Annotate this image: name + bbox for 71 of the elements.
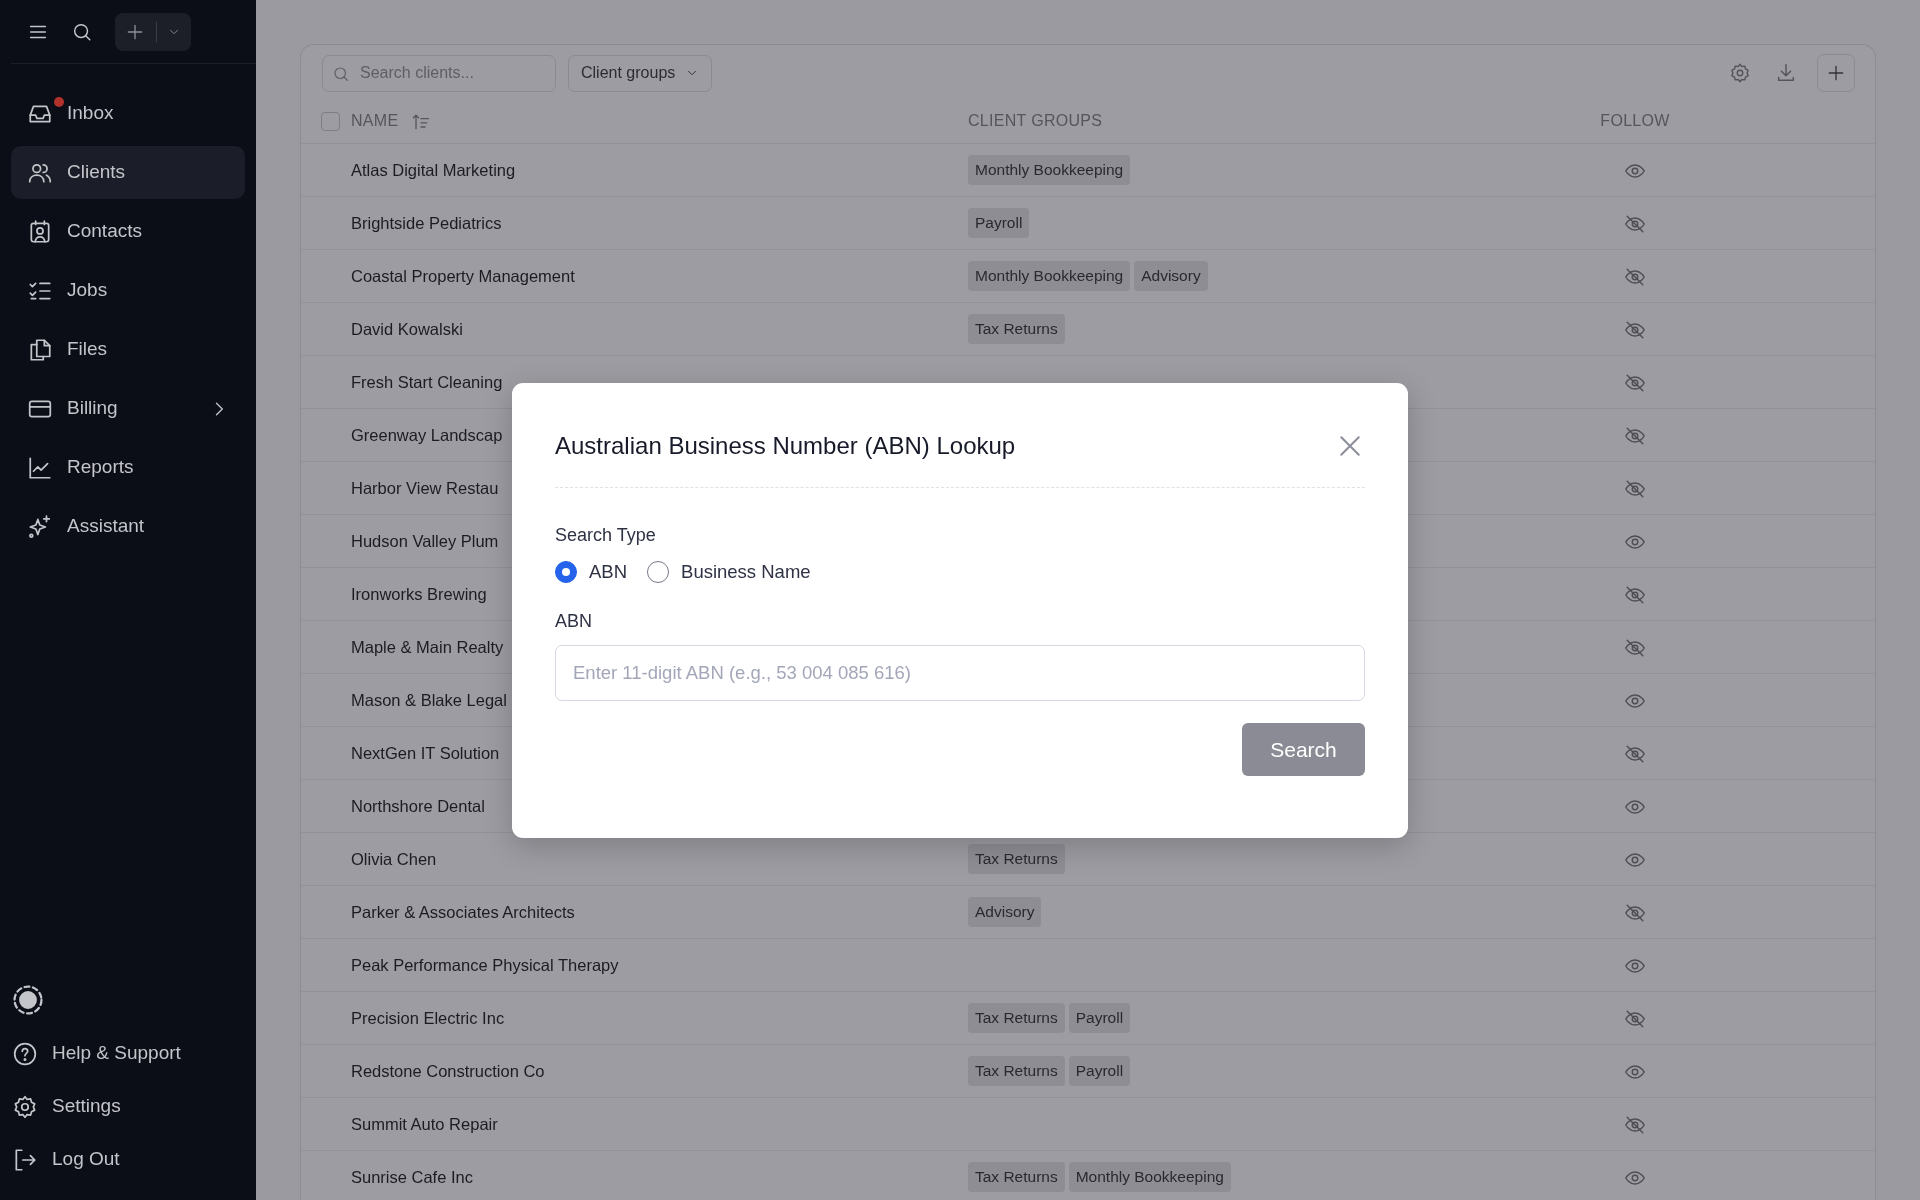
contact-card-icon	[27, 218, 53, 245]
new-item-button[interactable]	[115, 12, 191, 51]
search-icon	[332, 64, 350, 83]
group-tag: Tax Returns	[968, 314, 1065, 344]
group-tag: Payroll	[968, 208, 1030, 238]
filter-dropdown[interactable]: Client groups	[568, 54, 713, 92]
search-field[interactable]: Search clients...	[322, 54, 556, 92]
select-all-checkbox[interactable]	[321, 112, 340, 132]
client-name[interactable]: Sunrise Cafe Inc	[351, 1167, 473, 1186]
group-tag: Tax Returns	[968, 1162, 1065, 1192]
group-tag: Advisory	[968, 897, 1042, 927]
client-name[interactable]: David Kowalski	[351, 319, 463, 338]
radio-button[interactable]	[555, 560, 577, 583]
column-header: CLIENT GROUPS	[968, 112, 1103, 129]
sidebar-item[interactable]: Reports	[11, 441, 245, 494]
field-label: Search Type	[555, 524, 657, 547]
sidebar-link[interactable]: Log Out	[11, 1133, 245, 1186]
client-name[interactable]: Brightside Pediatrics	[351, 213, 502, 232]
sidebar-item[interactable]: Contacts	[11, 205, 245, 258]
client-name[interactable]: Precision Electric Inc	[351, 1008, 505, 1027]
column-header: FOLLOW	[1600, 112, 1670, 129]
log-out-icon	[12, 1146, 38, 1173]
client-name[interactable]: Parker & Associates Architects	[351, 902, 575, 921]
client-name[interactable]: Coastal Property Management	[351, 266, 575, 285]
client-name[interactable]: Redstone Construction Co	[351, 1061, 545, 1080]
group-tag: Tax Returns	[968, 1056, 1065, 1086]
client-name[interactable]: Fresh Start Cleaning	[351, 372, 503, 391]
group-tag: Tax Returns	[968, 1003, 1065, 1033]
client-name[interactable]: Peak Performance Physical Therapy	[351, 955, 619, 974]
sidebar-link[interactable]: Settings	[11, 1080, 245, 1133]
sidebar-item[interactable]: Assistant	[11, 500, 245, 553]
sidebar-item[interactable]: Billing	[11, 382, 245, 435]
group-tag: Monthly Bookkeeping	[968, 261, 1131, 291]
client-name[interactable]: Greenway Landscap	[351, 425, 503, 444]
gear-icon	[1729, 62, 1751, 84]
group-tag: Payroll	[1068, 1003, 1131, 1033]
field-label: ABN	[555, 609, 593, 633]
group-tag: Payroll	[1068, 1056, 1131, 1086]
client-name[interactable]: NextGen IT Solution	[351, 743, 500, 762]
group-tag: Monthly Bookkeeping	[1068, 1162, 1231, 1192]
plus-icon	[1826, 63, 1846, 83]
radio-option[interactable]: Business Name	[647, 558, 811, 586]
client-name[interactable]: Harbor View Restau	[351, 478, 499, 497]
add-button[interactable]	[1817, 54, 1855, 92]
client-name[interactable]: Maple & Main Realty	[351, 637, 504, 656]
abn-input-field[interactable]: Enter 11-digit ABN (e.g., 53 004 085 616)	[555, 644, 1365, 701]
help-icon	[12, 1040, 38, 1067]
group-tag: Monthly Bookkeeping	[968, 155, 1131, 185]
radio-option[interactable]: ABN	[555, 558, 628, 586]
client-name[interactable]: Hudson Valley Plum	[351, 531, 499, 550]
client-name[interactable]: Ironworks Brewing	[351, 584, 487, 603]
client-name[interactable]: Atlas Digital Marketing	[351, 160, 516, 179]
sidebar-item[interactable]: Files	[11, 323, 245, 376]
sidebar-link[interactable]: Help & Support	[11, 1027, 245, 1080]
group-tag: Tax Returns	[968, 844, 1065, 874]
client-name[interactable]: Mason & Blake Legal	[351, 690, 507, 709]
settings-icon	[12, 1093, 38, 1120]
sparkle-icon	[27, 513, 53, 540]
sidebar-item[interactable]: Clients	[11, 146, 245, 199]
dialog-title: Australian Business Number (ABN) Lookup	[555, 431, 1016, 461]
client-name[interactable]: Summit Auto Repair	[351, 1114, 498, 1133]
client-name[interactable]: Olivia Chen	[351, 849, 437, 868]
client-name[interactable]: Northshore Dental	[351, 796, 485, 815]
sidebar-item[interactable]: Jobs	[11, 264, 245, 317]
group-tag: Advisory	[1134, 261, 1208, 291]
sidebar-item[interactable]: Inbox	[11, 87, 245, 140]
status-icon	[11, 983, 45, 1017]
line-chart-icon	[27, 454, 53, 481]
download-icon	[1775, 62, 1797, 84]
search-button[interactable]: Search	[1242, 722, 1365, 776]
files-icon	[27, 336, 53, 363]
